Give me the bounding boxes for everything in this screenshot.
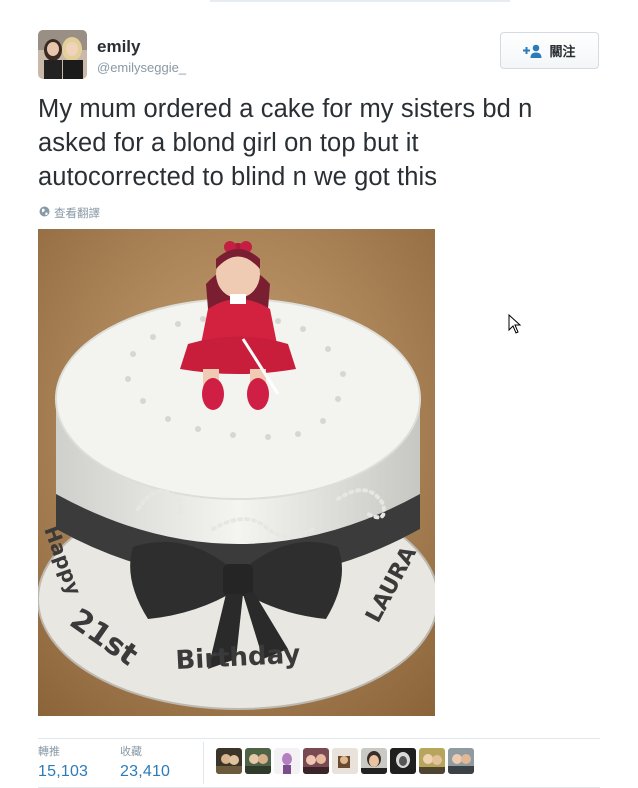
tweet-header: emily @emilyseggie_ 關注 — [38, 30, 600, 80]
mouse-cursor-icon — [508, 313, 522, 339]
favoriter-avatar[interactable] — [245, 748, 271, 774]
globe-icon — [39, 206, 50, 220]
retweets-stat[interactable]: 轉推 15,103 — [38, 743, 88, 781]
favoriter-avatar[interactable] — [419, 748, 445, 774]
translate-label: 查看翻譯 — [54, 208, 100, 220]
favoriter-avatar[interactable] — [216, 748, 242, 774]
user-handle[interactable]: @emilyseggie_ — [97, 60, 186, 75]
favoriter-avatar[interactable] — [303, 748, 329, 774]
top-divider — [210, 0, 510, 2]
avatar[interactable] — [38, 30, 87, 79]
tweet-text-line: asked for a blond girl on top but it — [38, 129, 419, 157]
favoriter-avatar[interactable] — [390, 748, 416, 774]
tweet-card: emily @emilyseggie_ 關注 My mum ordered a … — [0, 0, 638, 788]
retweets-count: 15,103 — [38, 763, 89, 780]
stats-vertical-divider — [203, 742, 204, 784]
follow-button[interactable]: 關注 — [500, 32, 599, 69]
likes-stat[interactable]: 收藏 23,410 — [120, 743, 170, 781]
retweets-label: 轉推 — [38, 746, 60, 758]
favoriter-avatar[interactable] — [448, 748, 474, 774]
favoriter-avatars — [216, 748, 474, 774]
tweet-text: My mum ordered a cake for my sisters bd … — [38, 92, 603, 194]
likes-count: 23,410 — [120, 763, 171, 780]
translate-link[interactable]: 查看翻譯 — [39, 205, 100, 221]
tweet-photo[interactable]: Happy 21st Birthday LAURA — [38, 229, 435, 716]
tweet-text-line: autocorrected to blind n we got this — [38, 163, 438, 191]
tweet-text-line: My mum ordered a cake for my sisters bd … — [38, 95, 533, 123]
add-user-icon — [523, 44, 543, 58]
favoriter-avatar[interactable] — [361, 748, 387, 774]
favoriter-avatar[interactable] — [274, 748, 300, 774]
likes-label: 收藏 — [120, 746, 142, 758]
stats-divider-top — [38, 738, 600, 739]
follow-button-label: 關注 — [549, 44, 576, 59]
user-name[interactable]: emily — [97, 37, 140, 57]
favoriter-avatar[interactable] — [332, 748, 358, 774]
